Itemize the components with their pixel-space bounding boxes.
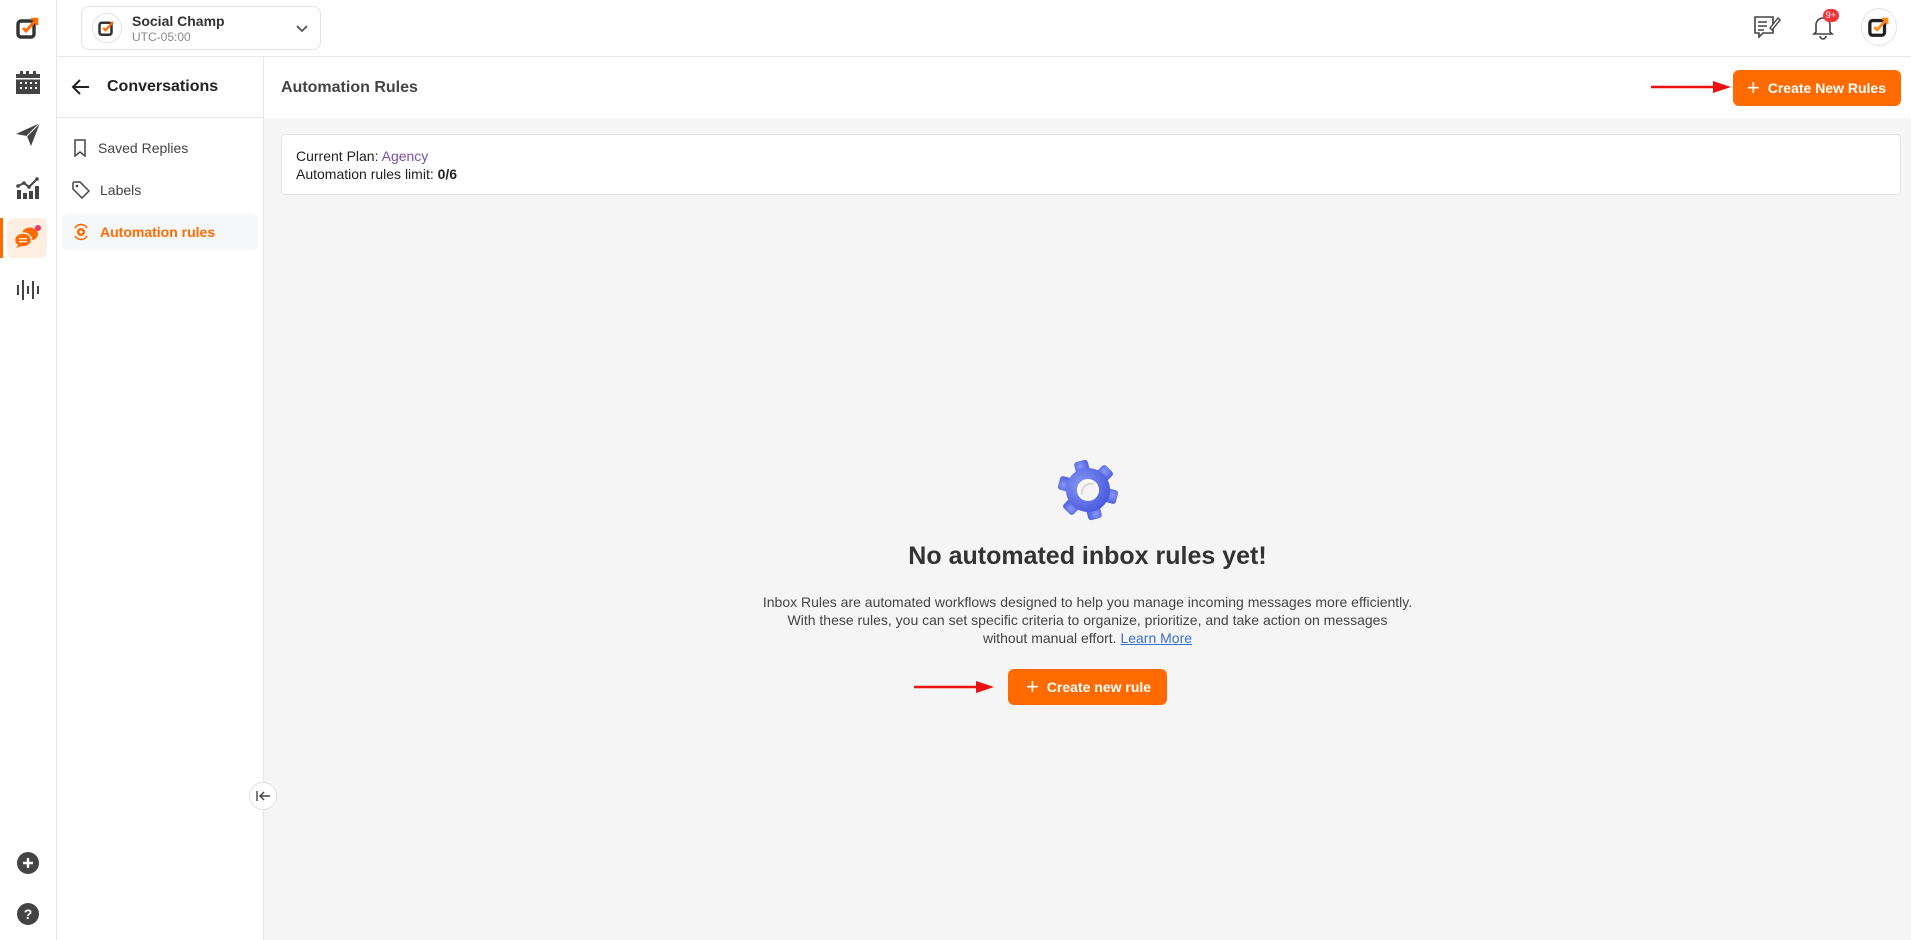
- rail-listening[interactable]: [10, 272, 46, 308]
- page-title: Automation Rules: [281, 78, 418, 96]
- profile-button[interactable]: [1861, 8, 1897, 46]
- rail-analytics[interactable]: [10, 170, 46, 206]
- logo-icon: [16, 17, 39, 39]
- plan-value: Agency: [381, 148, 429, 164]
- learn-more-link[interactable]: Learn More: [1120, 630, 1192, 646]
- limit-label: Automation rules limit:: [296, 166, 438, 182]
- empty-state-description: Inbox Rules are automated workflows desi…: [264, 593, 1911, 647]
- rail-help-button[interactable]: ?: [10, 896, 46, 932]
- conversations-sidebar: Conversations Saved Replies Labels Autom…: [57, 57, 264, 940]
- plus-icon: +: [1025, 674, 1039, 699]
- sidebar-item-saved-replies[interactable]: Saved Replies: [62, 130, 258, 166]
- workspace-logo: [92, 13, 122, 43]
- description-line: With these rules, you can set specific c…: [787, 612, 1388, 628]
- soundwave-icon: [17, 280, 39, 300]
- gear-icon: [1057, 459, 1118, 521]
- rail-active-indicator: [0, 218, 3, 258]
- plan-info-card: Current Plan: Agency Automation rules li…: [281, 134, 1901, 195]
- back-arrow-icon[interactable]: [71, 78, 91, 96]
- automation-icon: [74, 223, 88, 241]
- rail-calendar[interactable]: [10, 65, 46, 101]
- rail-publish[interactable]: [10, 116, 46, 152]
- workspace-timezone: UTC-05:00: [132, 29, 191, 44]
- compose-message-icon: [1754, 16, 1781, 39]
- workspace-name: Social Champ: [132, 12, 225, 29]
- app-rail: ?: [0, 0, 57, 940]
- create-new-rule-button[interactable]: + Create new rule: [1007, 669, 1168, 705]
- create-new-rules-label: Create New Rules: [1767, 80, 1886, 96]
- description-line: Inbox Rules are automated workflows desi…: [762, 594, 1413, 610]
- notifications-button[interactable]: 9+: [1805, 9, 1841, 45]
- annotation-arrow: [913, 681, 994, 693]
- tag-icon: [72, 181, 90, 199]
- svg-text:?: ?: [24, 906, 33, 922]
- sidebar-item-label: Saved Replies: [98, 140, 189, 156]
- paper-plane-icon: [16, 122, 41, 146]
- main-content: Automation Rules + Create New Rules Curr…: [264, 57, 1911, 940]
- empty-state-title: No automated inbox rules yet!: [908, 542, 1267, 570]
- collapse-sidebar-button[interactable]: [249, 782, 277, 810]
- description-line: without manual effort.: [982, 630, 1121, 646]
- logo-icon: [98, 21, 114, 37]
- help-icon: ?: [17, 903, 39, 925]
- rail-add-button[interactable]: [10, 845, 46, 881]
- sidebar-item-automation-rules[interactable]: Automation rules: [62, 214, 258, 250]
- create-new-rules-button[interactable]: + Create New Rules: [1732, 70, 1901, 106]
- plus-icon: +: [1746, 75, 1760, 100]
- rail-conversations[interactable]: [7, 218, 47, 258]
- workspace-selector[interactable]: Social Champ UTC-05:00: [81, 6, 321, 50]
- plus-circle-icon: [17, 852, 39, 874]
- top-bar: Social Champ UTC-05:00 9+: [57, 0, 1911, 57]
- limit-value: 0/6: [437, 166, 458, 182]
- sidebar-title: Conversations: [107, 78, 219, 95]
- app-logo[interactable]: [10, 10, 46, 46]
- create-new-rule-label: Create new rule: [1046, 679, 1152, 695]
- collapse-left-icon: [256, 791, 270, 801]
- plan-label: Current Plan:: [296, 148, 382, 164]
- sidebar-item-label: Automation rules: [100, 224, 216, 240]
- sidebar-item-labels[interactable]: Labels: [62, 172, 258, 208]
- compose-button[interactable]: [1749, 9, 1785, 45]
- logo-icon: [1868, 17, 1889, 37]
- chevron-down-icon: [296, 25, 308, 33]
- bookmark-icon: [74, 139, 86, 157]
- analytics-icon: [16, 177, 39, 199]
- calendar-icon: [16, 71, 40, 94]
- notification-badge: 9+: [1822, 9, 1839, 22]
- annotation-arrow: [1651, 81, 1731, 93]
- sidebar-item-label: Labels: [100, 182, 142, 198]
- conversations-icon: [13, 225, 41, 248]
- avatar: [1861, 8, 1897, 46]
- empty-state: No automated inbox rules yet! Inbox Rule…: [264, 457, 1911, 705]
